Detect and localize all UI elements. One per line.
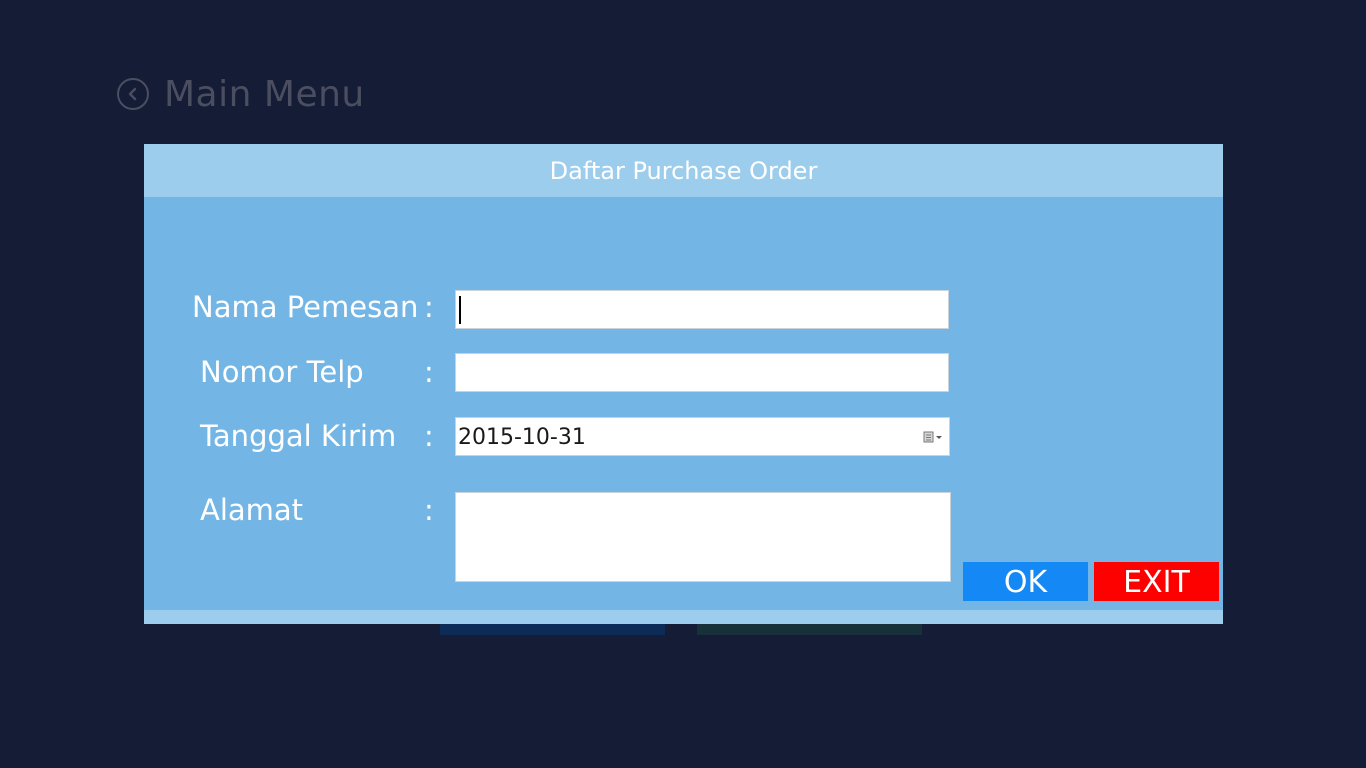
tanggal-kirim-value: 2015-10-31 [458, 425, 586, 450]
ok-button[interactable]: OK [963, 562, 1088, 601]
nama-pemesan-label: Nama Pemesan [192, 290, 419, 324]
alamat-label: Alamat [200, 493, 304, 527]
alamat-textarea[interactable] [455, 492, 951, 582]
header: Main Menu [117, 72, 365, 116]
back-button[interactable] [117, 78, 149, 110]
exit-button[interactable]: EXIT [1094, 562, 1219, 601]
page-title: Main Menu [164, 73, 365, 115]
dialog-footer-bar [144, 610, 1223, 624]
nomor-telp-input[interactable] [455, 353, 949, 392]
nomor-telp-label: Nomor Telp [200, 355, 364, 389]
dialog-titlebar: Daftar Purchase Order [144, 144, 1223, 197]
tanggal-kirim-colon: : [424, 419, 434, 453]
dialog-title: Daftar Purchase Order [549, 156, 818, 185]
nomor-telp-colon: : [424, 355, 434, 389]
tanggal-kirim-label: Tanggal Kirim [200, 419, 397, 453]
text-caret [459, 296, 461, 324]
chevron-left-circle-icon [128, 87, 137, 101]
alamat-colon: : [424, 493, 434, 527]
tanggal-kirim-datepicker[interactable]: 2015-10-31 [455, 417, 950, 456]
purchase-order-dialog: Daftar Purchase Order Nama Pemesan : Nom… [144, 144, 1223, 624]
calendar-dropdown-icon[interactable] [923, 431, 943, 443]
nama-pemesan-colon: : [424, 290, 434, 324]
nama-pemesan-input[interactable] [455, 290, 949, 329]
